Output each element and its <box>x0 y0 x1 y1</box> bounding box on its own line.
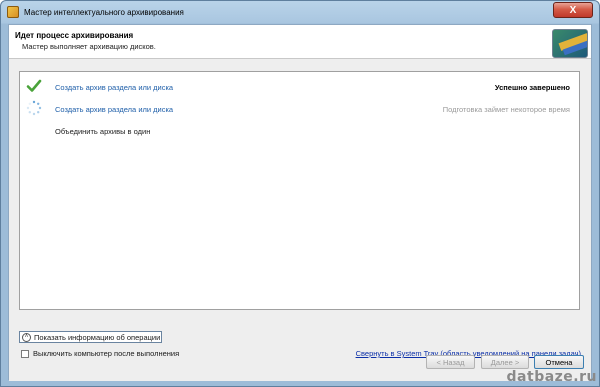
double-chevron-up-icon: ˄ <box>22 332 31 342</box>
wizard-header: Идет процесс архивирования Мастер выполн… <box>9 25 591 59</box>
page-subtitle: Мастер выполняет архивацию дисков. <box>22 42 156 51</box>
step-2-label: Создать архив раздела или диска <box>55 105 174 114</box>
wizard-logo-icon <box>552 29 588 58</box>
step-1-label: Создать архив раздела или диска <box>55 83 174 92</box>
cancel-button[interactable]: Отмена <box>534 355 584 369</box>
wizard-content: Создать архив раздела или диска Успешно … <box>9 59 591 381</box>
back-button[interactable]: < Назад <box>426 355 475 369</box>
title-bar[interactable]: Мастер интеллектуального архивирования X <box>1 1 599 23</box>
wizard-footer: < Назад Далее > Отмена <box>9 343 593 383</box>
page-title: Идет процесс архивирования <box>15 31 134 40</box>
archive-app-icon <box>7 6 19 18</box>
watermark-text: datbaze.ru <box>506 369 597 385</box>
checkmark-icon <box>26 79 42 92</box>
progress-panel: Создать архив раздела или диска Успешно … <box>19 71 580 310</box>
spinner-icon <box>26 100 42 116</box>
show-info-label: Показать информацию об операции <box>34 332 161 342</box>
show-info-button[interactable]: ˄ Показать информацию об операции <box>19 331 162 343</box>
wizard-window: Мастер интеллектуального архивирования X… <box>0 0 600 387</box>
window-title: Мастер интеллектуального архивирования <box>24 7 184 17</box>
wizard-frame: Идет процесс архивирования Мастер выполн… <box>8 24 593 383</box>
close-icon: X <box>569 4 577 16</box>
next-button[interactable]: Далее > <box>481 355 529 369</box>
step-1-status: Успешно завершено <box>494 83 570 92</box>
step-2-status: Подготовка займет некоторое время <box>442 105 570 114</box>
close-button[interactable]: X <box>553 2 593 18</box>
step-3-label: Объединить архивы в один <box>55 127 151 136</box>
